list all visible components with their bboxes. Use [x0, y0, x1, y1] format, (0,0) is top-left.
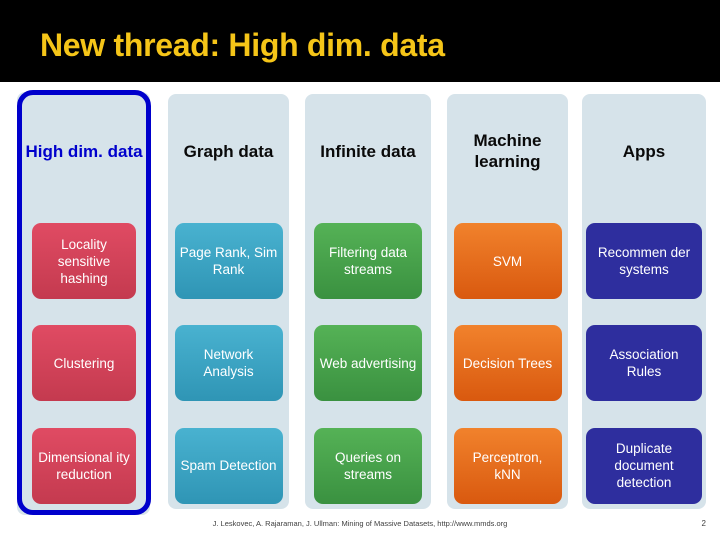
column-header-1[interactable]: Graph data [166, 92, 291, 210]
topic-cell-1-0[interactable]: Page Rank, Sim Rank [174, 223, 283, 300]
topic-cell-1-1[interactable]: Network Analysis [174, 325, 283, 402]
matrix-column-3: Machine learning SVM Decision Trees Percept… [439, 92, 576, 517]
matrix-column-0: High dim. data Locality sensitive hashing… [0, 92, 160, 517]
topic-cell-0-2[interactable]: Dimensional ity reduction [32, 427, 136, 504]
column-header-0[interactable]: High dim. data [18, 92, 150, 210]
matrix-cell-slot: SVM [445, 210, 570, 312]
topic-cell-3-1[interactable]: Decision Trees [453, 325, 562, 402]
matrix-cell-slot: Page Rank, Sim Rank [166, 210, 291, 312]
topic-cell-4-0[interactable]: Recommen der systems [586, 223, 702, 300]
slide-title-bar: New thread: High dim. data [0, 0, 720, 82]
topic-cell-4-2[interactable]: Duplicate document detection [586, 427, 702, 504]
matrix-cell-slot: Queries on streams [303, 415, 433, 517]
page-number: 2 [701, 519, 706, 528]
matrix-cell-slot: Association Rules [582, 312, 706, 414]
topic-cell-4-1[interactable]: Association Rules [586, 325, 702, 402]
topic-cell-0-0[interactable]: Locality sensitive hashing [32, 223, 136, 300]
matrix-cell-slot: Network Analysis [166, 312, 291, 414]
topic-matrix: High dim. data Locality sensitive hashing… [0, 92, 720, 517]
footer-citation: J. Leskovec, A. Rajaraman, J. Ullman: Mi… [212, 519, 508, 528]
matrix-cell-slot: Clustering [18, 312, 150, 414]
matrix-cell-slot: Dimensional ity reduction [18, 415, 150, 517]
matrix-cell-slot: Duplicate document detection [582, 415, 706, 517]
topic-cell-3-2[interactable]: Perceptron, kNN [453, 427, 562, 504]
topic-cell-2-2[interactable]: Queries on streams [314, 427, 422, 504]
matrix-cell-slot: Locality sensitive hashing [18, 210, 150, 312]
slide-footer: J. Leskovec, A. Rajaraman, J. Ullman: Mi… [0, 518, 720, 536]
matrix-column-4: Apps Recommen der systems Association Rule… [576, 92, 720, 517]
matrix-cell-slot: Perceptron, kNN [445, 415, 570, 517]
topic-cell-0-1[interactable]: Clustering [32, 325, 136, 402]
column-header-4[interactable]: Apps [582, 92, 706, 210]
topic-cell-3-0[interactable]: SVM [453, 223, 562, 300]
matrix-cell-slot: Spam Detection [166, 415, 291, 517]
column-header-2[interactable]: Infinite data [303, 92, 433, 210]
column-header-3[interactable]: Machine learning [445, 92, 570, 210]
matrix-column-1: Graph data Page Rank, Sim Rank Network Ana… [160, 92, 297, 517]
matrix-column-2: Infinite data Filtering data streams Web a… [297, 92, 439, 517]
matrix-cell-slot: Filtering data streams [303, 210, 433, 312]
topic-cell-2-1[interactable]: Web advertising [314, 325, 422, 402]
matrix-cell-slot: Web advertising [303, 312, 433, 414]
page-title: New thread: High dim. data [40, 27, 445, 63]
matrix-cell-slot: Decision Trees [445, 312, 570, 414]
topic-cell-1-2[interactable]: Spam Detection [174, 427, 283, 504]
matrix-cell-slot: Recommen der systems [582, 210, 706, 312]
topic-cell-2-0[interactable]: Filtering data streams [314, 223, 422, 300]
